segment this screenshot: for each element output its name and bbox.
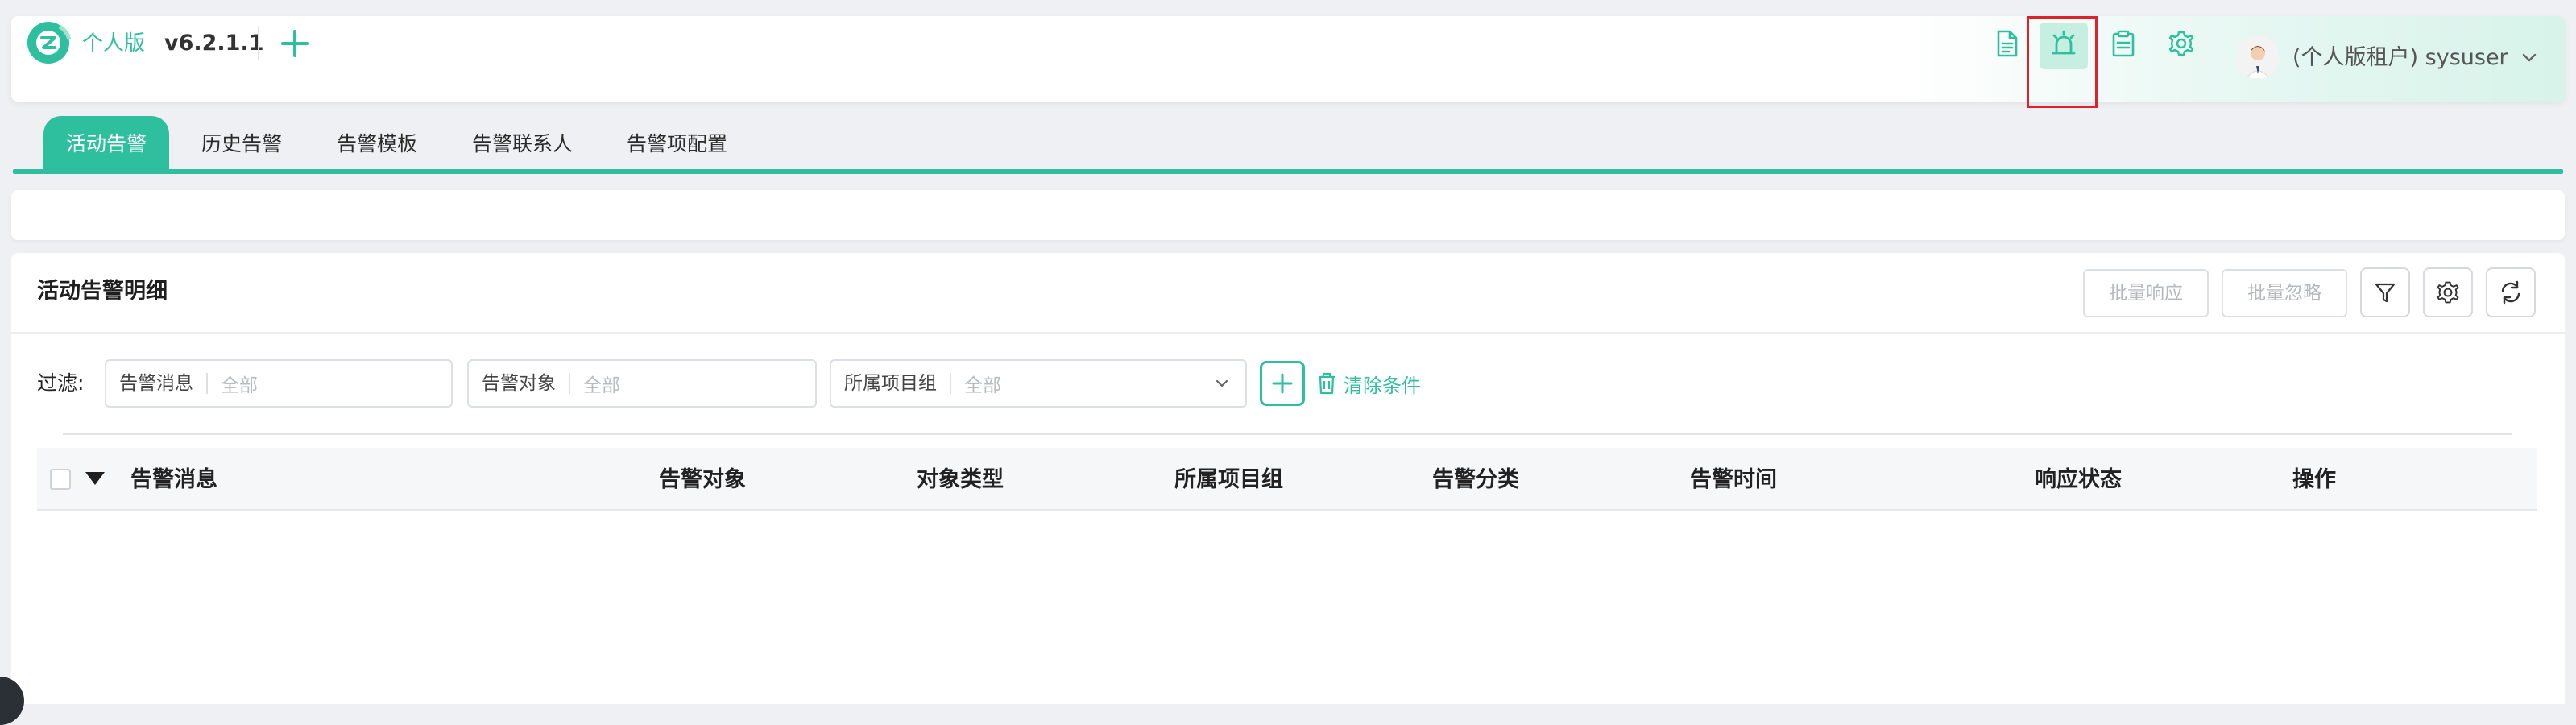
alarm-message-filter[interactable]: 告警消息 全部 <box>105 359 453 408</box>
refresh-button[interactable] <box>2486 267 2536 317</box>
chevron-down-icon[interactable] <box>2518 47 2541 69</box>
refresh-icon <box>2501 280 2520 304</box>
column-header[interactable]: 响应状态 <box>2035 464 2122 496</box>
tab-alarm-templates[interactable]: 告警模板 <box>337 116 417 172</box>
alarm-highlight-box <box>2027 16 2098 108</box>
filter-label: 过滤: <box>37 371 85 395</box>
column-header[interactable]: 操作 <box>2292 464 2336 496</box>
table-top-line <box>63 433 2512 435</box>
filter-field-label: 告警对象 <box>469 373 570 394</box>
tab-alarm-config[interactable]: 告警项配置 <box>627 116 727 172</box>
funnel-icon <box>2375 283 2396 303</box>
tab-alarm-contacts[interactable]: 告警联系人 <box>472 116 573 172</box>
select-all-checkbox[interactable] <box>50 469 71 490</box>
add-icon[interactable] <box>279 27 311 60</box>
summary-bar <box>11 190 2565 240</box>
header-divider <box>258 26 259 60</box>
document-icon[interactable] <box>1991 27 2023 60</box>
column-header[interactable]: 对象类型 <box>917 464 1004 496</box>
logo-icon <box>27 22 72 64</box>
tab-history-alarms[interactable]: 历史告警 <box>201 116 282 172</box>
column-header[interactable]: 告警时间 <box>1690 464 1777 496</box>
tab-active-alarms[interactable]: 活动告警 <box>43 116 170 172</box>
alarm-object-filter[interactable]: 告警对象 全部 <box>467 359 817 408</box>
caret-down-icon[interactable] <box>85 472 105 485</box>
version-label: v6.2.1.1 <box>164 31 264 56</box>
clipboard-icon[interactable] <box>2107 27 2139 60</box>
chevron-down-icon <box>1216 379 1228 387</box>
project-group-select[interactable]: 所属项目组 全部 <box>830 359 1247 408</box>
card-title: 活动告警明细 <box>37 279 168 304</box>
gear-icon <box>2437 281 2459 304</box>
column-header[interactable]: 告警分类 <box>1432 464 1519 496</box>
filter-button[interactable] <box>2360 267 2410 317</box>
filter-field-label: 告警消息 <box>106 373 208 394</box>
add-filter-button[interactable] <box>1260 361 1305 406</box>
filter-field-value: 全部 <box>583 375 620 396</box>
avatar[interactable] <box>2236 35 2280 79</box>
clear-conditions-label: 清除条件 <box>1344 374 1421 397</box>
user-name[interactable]: (个人版租户) sysuser <box>2292 42 2508 74</box>
clear-conditions-button[interactable]: 清除条件 <box>1316 367 1421 400</box>
trash-icon <box>1319 372 1335 395</box>
settings-button[interactable] <box>2423 267 2473 317</box>
plus-icon <box>1272 373 1293 394</box>
column-header[interactable]: 所属项目组 <box>1174 464 1283 496</box>
filter-field-label: 所属项目组 <box>831 373 951 394</box>
table-header <box>37 448 2537 511</box>
brand-name: 个人版 <box>82 31 146 56</box>
batch-respond-button[interactable]: 批量响应 <box>2083 269 2209 317</box>
filter-field-value: 全部 <box>221 375 258 396</box>
gear-icon[interactable] <box>2165 27 2197 60</box>
column-header[interactable]: 告警消息 <box>130 464 217 496</box>
card-header-divider <box>11 332 2565 334</box>
filter-field-value: 全部 <box>964 375 1001 396</box>
batch-ignore-button[interactable]: 批量忽略 <box>2222 269 2347 317</box>
column-header[interactable]: 告警对象 <box>659 464 746 496</box>
